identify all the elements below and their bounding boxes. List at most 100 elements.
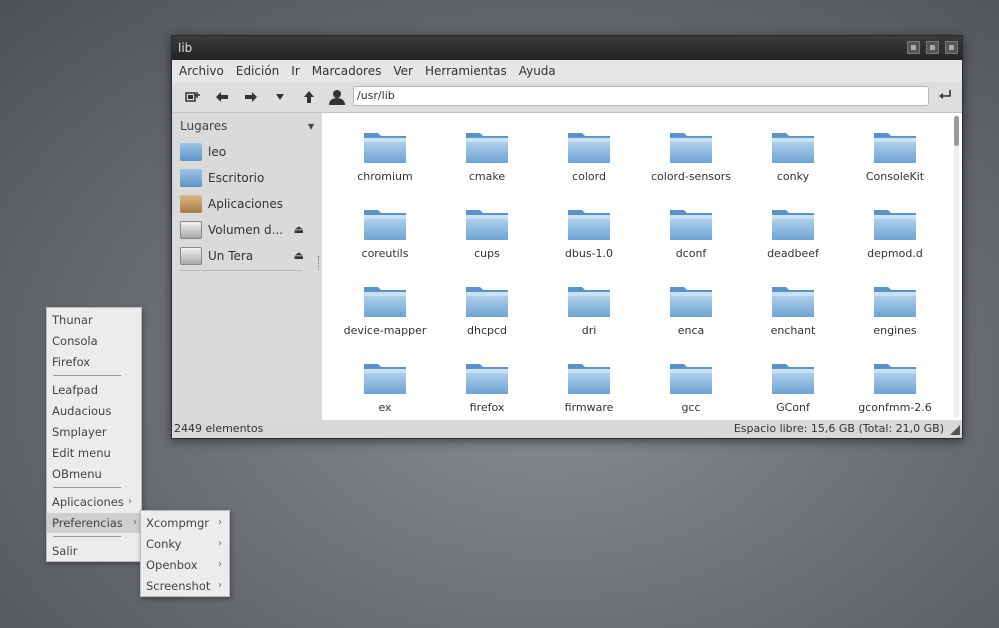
file-item[interactable]: enca (640, 281, 742, 345)
scrollbar-thumb[interactable] (954, 116, 959, 146)
file-name: depmod.d (867, 247, 923, 260)
folder-icon (466, 364, 508, 394)
menu-item-preferencias[interactable]: Preferencias › (47, 513, 141, 533)
menu-ir[interactable]: Ir (290, 64, 300, 78)
folder-icon (466, 210, 508, 240)
back-arrow-icon (215, 92, 228, 102)
file-name: ConsoleKit (865, 170, 925, 183)
file-item[interactable]: ConsoleKit (844, 127, 946, 191)
file-item[interactable]: ex (334, 358, 436, 420)
file-item[interactable]: engines (844, 281, 946, 345)
sidebar-item-un-tera[interactable]: Un Tera ⏏ (172, 243, 322, 269)
folder-icon (772, 133, 814, 163)
file-item[interactable]: depmod.d (844, 204, 946, 268)
enter-icon[interactable] (938, 89, 952, 105)
new-window-icon (184, 92, 200, 102)
sidebar-item-home[interactable]: leo (172, 139, 322, 165)
menu-item-aplicaciones[interactable]: Aplicaciones › (52, 492, 136, 512)
maximize-button[interactable] (926, 41, 939, 54)
sidebar-item-applications[interactable]: Aplicaciones (172, 191, 322, 217)
folder-icon (364, 210, 406, 240)
submenu-arrow-icon: › (218, 559, 222, 570)
back-button[interactable] (207, 85, 236, 109)
eject-icon[interactable]: ⏏ (294, 223, 304, 236)
file-item[interactable]: coreutils (334, 204, 436, 268)
new-window-button[interactable] (178, 85, 207, 109)
menu-item-firefox[interactable]: Firefox (52, 352, 136, 372)
file-item[interactable]: dconf (640, 204, 742, 268)
folder-icon (670, 210, 712, 240)
address-bar[interactable]: /usr/lib (353, 86, 929, 106)
up-button[interactable] (294, 85, 323, 109)
menu-item-salir[interactable]: Salir (52, 541, 136, 561)
file-item[interactable]: GConf (742, 358, 844, 420)
file-item[interactable]: chromium (334, 127, 436, 191)
file-item[interactable]: cups (436, 204, 538, 268)
title-bar[interactable]: lib (172, 36, 962, 60)
file-item[interactable]: firmware (538, 358, 640, 420)
submenu-arrow-icon: › (218, 517, 222, 528)
file-name: enca (677, 324, 705, 337)
desktop-folder-icon (180, 169, 202, 187)
minimize-button[interactable] (907, 41, 920, 54)
menu-item-obmenu[interactable]: OBmenu (52, 464, 136, 484)
folder-icon (874, 210, 916, 240)
file-item[interactable]: dhcpcd (436, 281, 538, 345)
menu-edicion[interactable]: Edición (235, 64, 280, 78)
file-name: GConf (776, 401, 810, 414)
file-name: coreutils (361, 247, 409, 260)
file-item[interactable]: colord (538, 127, 640, 191)
forward-button[interactable] (236, 85, 265, 109)
menu-herramientas[interactable]: Herramientas (424, 64, 508, 78)
file-item[interactable]: colord-sensors (640, 127, 742, 191)
drive-icon (180, 221, 202, 239)
menu-item-consola[interactable]: Consola (52, 331, 136, 351)
file-item[interactable]: conky (742, 127, 844, 191)
menu-ver[interactable]: Ver (392, 64, 414, 78)
file-name: colord-sensors (650, 170, 732, 183)
drive-icon (180, 247, 202, 265)
file-view[interactable]: chromium cmake colord colord-sensors conky Co… (322, 113, 962, 420)
close-button[interactable] (945, 41, 958, 54)
menu-item-audacious[interactable]: Audacious (52, 401, 136, 421)
menu-item-leafpad[interactable]: Leafpad (52, 380, 136, 400)
user-icon[interactable] (328, 88, 346, 106)
folder-icon (874, 133, 916, 163)
folder-icon (670, 287, 712, 317)
file-item[interactable]: gconfmm-2.6 (844, 358, 946, 420)
file-item[interactable]: dbus-1.0 (538, 204, 640, 268)
item-count: 2449 elementos (174, 422, 264, 435)
menu-item-thunar[interactable]: Thunar (52, 310, 136, 330)
submenu-arrow-icon: › (218, 580, 222, 591)
file-item[interactable]: deadbeef (742, 204, 844, 268)
menu-archivo[interactable]: Archivo (178, 64, 225, 78)
menu-item-conky[interactable]: Conky › (146, 534, 226, 554)
file-item[interactable]: firefox (436, 358, 538, 420)
file-item[interactable]: cmake (436, 127, 538, 191)
resize-grip-icon[interactable] (950, 425, 960, 435)
file-item[interactable]: gcc (640, 358, 742, 420)
file-item[interactable]: dri (538, 281, 640, 345)
menu-item-openbox[interactable]: Openbox › (146, 555, 226, 575)
menu-ayuda[interactable]: Ayuda (518, 64, 557, 78)
menu-marcadores[interactable]: Marcadores (311, 64, 383, 78)
collapse-triangle-icon[interactable]: ▾ (308, 119, 314, 133)
sidebar-item-desktop[interactable]: Escritorio (172, 165, 322, 191)
menu-item-label: Aplicaciones (52, 495, 124, 509)
folder-icon (772, 210, 814, 240)
file-item[interactable]: device-mapper (334, 281, 436, 345)
menu-item-smplayer[interactable]: Smplayer (52, 422, 136, 442)
menu-item-screenshot[interactable]: Screenshot › (146, 576, 226, 596)
menu-item-xcompmgr[interactable]: Xcompmgr › (146, 513, 226, 533)
eject-icon[interactable]: ⏏ (294, 249, 304, 262)
file-name: conky (776, 170, 810, 183)
root-menu: Thunar Consola Firefox Leafpad Audacious… (46, 307, 142, 562)
file-item[interactable]: enchant (742, 281, 844, 345)
menu-item-edit-menu[interactable]: Edit menu (52, 443, 136, 463)
sidebar-item-volume[interactable]: Volumen d... ⏏ (172, 217, 322, 243)
sidebar-item-label: Escritorio (208, 171, 265, 185)
scrollbar-track[interactable] (954, 115, 959, 418)
places-header[interactable]: Lugares ▾ (172, 113, 322, 139)
file-name: firmware (564, 401, 614, 414)
history-dropdown-button[interactable] (265, 85, 294, 109)
